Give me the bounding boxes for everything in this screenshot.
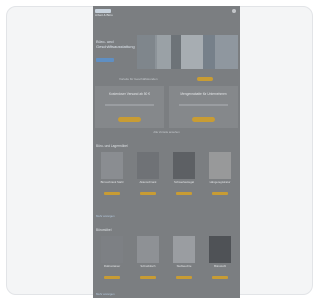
product-section: Büro- und Lagermöbel Büroschrank Stahl A…	[95, 144, 238, 222]
product-price	[176, 276, 192, 279]
product-price	[140, 276, 156, 279]
offer-card[interactable]: Kostenloser Versand ab 50 €	[95, 86, 164, 128]
hero-headline: Büro- und Geschäftsausstattung	[96, 39, 135, 49]
section-title: Büro- und Lagermöbel	[96, 144, 128, 148]
product-name: Aktenschrank	[139, 180, 157, 184]
benefits-strip: Vorteile für Geschäftskunden	[119, 77, 213, 81]
product-tile[interactable]: Stehleuchte	[167, 234, 201, 286]
benefits-strip-button[interactable]	[197, 77, 213, 81]
offer-title: Mengenrabatte für Unternehmen	[180, 92, 227, 96]
product-price	[104, 192, 120, 195]
section-more-link[interactable]: Mehr anzeigen	[96, 292, 115, 296]
hero-cta-button[interactable]	[96, 58, 114, 62]
product-image	[173, 236, 195, 263]
benefits-strip-text: Vorteile für Geschäftskunden	[119, 77, 158, 81]
offers-link[interactable]: Alle Vorteile ansehen	[95, 130, 238, 134]
product-tile[interactable]: Rollcontainer	[95, 234, 129, 286]
product-tile[interactable]: Büroschrank Stahl	[95, 150, 129, 202]
hero-image	[137, 35, 238, 69]
product-name: Hängeregistratur	[209, 180, 231, 184]
product-image	[137, 236, 159, 263]
product-name: Büroschrank Stahl	[100, 180, 124, 184]
offer-button[interactable]	[192, 117, 215, 122]
offer-button[interactable]	[118, 117, 141, 122]
offer-title: Kostenloser Versand ab 50 €	[109, 92, 150, 96]
status-bar: Arbeit & Büro	[95, 8, 237, 17]
offer-cards: Kostenloser Versand ab 50 € Mengenrabatt…	[95, 86, 238, 134]
product-name: Schreibtisch	[140, 264, 156, 268]
product-tile[interactable]: Hängeregistratur	[203, 150, 237, 202]
product-price	[140, 192, 156, 195]
product-name: Schwerlastregal	[174, 180, 194, 184]
product-tile[interactable]: Bürostuhl	[203, 234, 237, 286]
product-image	[209, 236, 231, 263]
product-name: Stehleuchte	[176, 264, 192, 268]
product-image	[173, 152, 195, 179]
product-price	[104, 276, 120, 279]
offer-card[interactable]: Mengenrabatte für Unternehmen	[169, 86, 238, 128]
product-section: Büromöbel Rollcontainer Schreibtisch Ste…	[95, 228, 238, 298]
product-tile[interactable]: Aktenschrank	[131, 150, 165, 202]
product-name: Bürostuhl	[214, 264, 226, 268]
product-price	[212, 276, 228, 279]
product-image	[137, 152, 159, 179]
product-name: Rollcontainer	[103, 264, 121, 268]
offer-text-line	[179, 104, 228, 106]
product-price	[212, 192, 228, 195]
product-tile[interactable]: Schreibtisch	[131, 234, 165, 286]
status-bar-title: Arbeit & Büro	[95, 13, 113, 17]
hero-banner: Büro- und Geschäftsausstattung	[93, 34, 240, 72]
section-more-link[interactable]: Mehr anzeigen	[96, 214, 115, 218]
product-price	[176, 192, 192, 195]
product-tile[interactable]: Schwerlastregal	[167, 150, 201, 202]
product-image	[101, 236, 123, 263]
product-image	[101, 152, 123, 179]
offer-text-line	[105, 104, 154, 106]
menu-icon[interactable]	[232, 9, 236, 13]
product-image	[209, 152, 231, 179]
section-title: Büromöbel	[96, 228, 112, 232]
page-screenshot[interactable]: Arbeit & Büro Büro- und Geschäftsausstat…	[93, 6, 240, 298]
